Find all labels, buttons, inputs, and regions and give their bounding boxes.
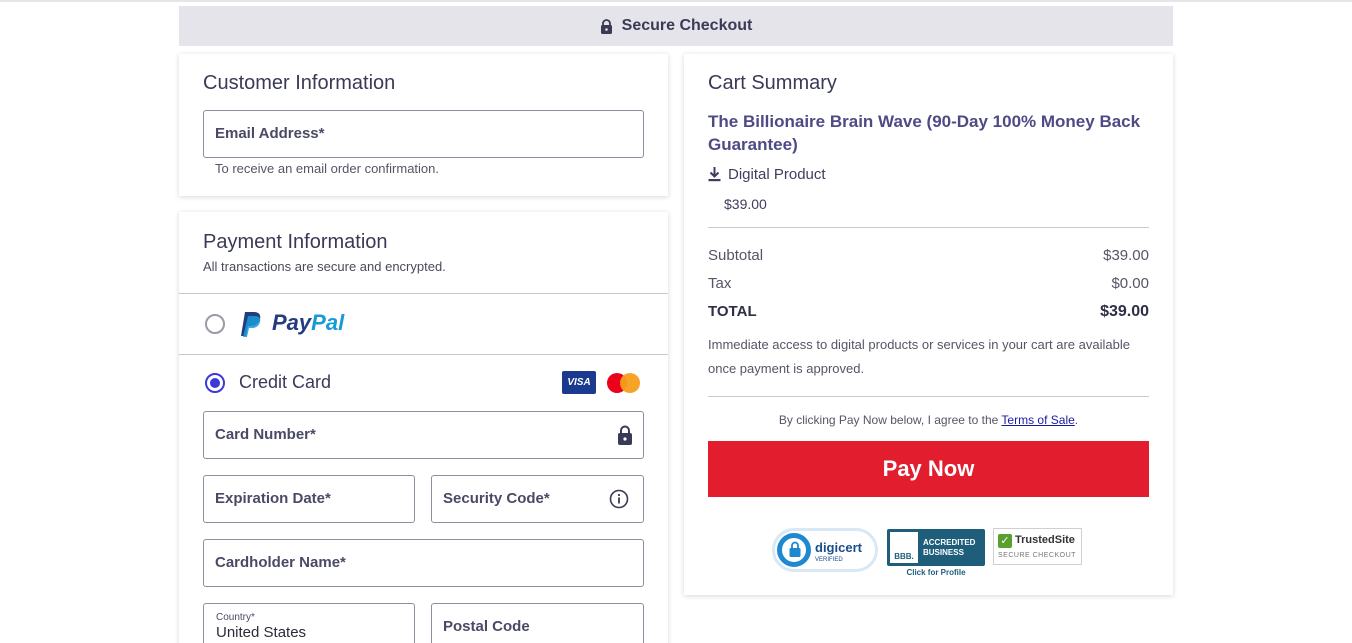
expiration-date-field[interactable]: Expiration Date* <box>203 475 415 523</box>
bbb-badge[interactable]: BBB. ACCREDITED BUSINESS <box>887 529 985 566</box>
paypal-pay-text: Pay <box>272 310 312 335</box>
cart-summary-title: Cart Summary <box>708 72 837 94</box>
subtotal-row: Subtotal $39.00 <box>708 247 1149 264</box>
trustedsite-text: TrustedSite <box>1015 534 1075 546</box>
email-field-label: Email Address* <box>215 125 325 142</box>
lock-icon <box>600 18 612 34</box>
country-label: Country* <box>216 612 255 623</box>
access-note: Immediate access to digital products or … <box>708 337 1130 376</box>
bbb-line-2: BUSINESS <box>923 548 964 557</box>
card-number-field[interactable]: Card Number* <box>203 411 644 459</box>
paypal-pal-text: Pal <box>311 310 345 335</box>
secure-checkout-title: Secure Checkout <box>621 17 753 34</box>
bbb-line-1: ACCREDITED <box>923 538 976 547</box>
paypal-radio[interactable] <box>205 314 225 334</box>
digicert-verified-text: VERIFIED <box>815 557 843 563</box>
tax-value: $0.00 <box>1111 275 1149 292</box>
divider <box>708 227 1149 228</box>
mastercard-icon <box>607 373 643 393</box>
credit-card-radio[interactable] <box>205 373 225 393</box>
digicert-badge[interactable]: digicert VERIFIED <box>772 528 878 572</box>
divider <box>179 354 668 355</box>
total-value: $39.00 <box>1100 303 1149 320</box>
bbb-accredited-text: ACCREDITED BUSINESS <box>923 538 975 558</box>
customer-information-card: Customer Information Email Address* To r… <box>179 54 668 196</box>
credit-card-label: Credit Card <box>239 372 332 392</box>
trustedsite-sub-text: SECURE CHECKOUT <box>998 552 1076 559</box>
country-value: United States <box>216 624 307 641</box>
payment-information-card: Payment Information All transactions are… <box>179 212 668 643</box>
terms-of-sale-link[interactable]: Terms of Sale <box>1001 413 1074 427</box>
cart-summary-card: Cart Summary The Billionaire Brain Wave … <box>684 54 1173 595</box>
payment-security-note: All transactions are secure and encrypte… <box>203 259 446 274</box>
total-label: TOTAL <box>708 303 757 320</box>
paypal-logo-text: PayPal <box>272 310 344 336</box>
tax-row: Tax $0.00 <box>708 275 1149 292</box>
paypal-logo-icon <box>241 312 261 337</box>
country-select[interactable]: Country* United States <box>203 603 415 643</box>
divider <box>708 396 1149 397</box>
product-type-label: Digital Product <box>728 166 826 183</box>
security-code-label: Security Code* <box>443 490 550 507</box>
product-type: Digital Product <box>708 166 826 183</box>
top-divider <box>0 0 1352 2</box>
tax-label: Tax <box>708 275 732 292</box>
payment-information-title: Payment Information <box>203 231 388 253</box>
terms-agreement-text: By clicking Pay Now below, I agree to th… <box>778 413 1002 427</box>
postal-code-field[interactable]: Postal Code <box>431 603 644 643</box>
product-name: The Billionaire Brain Wave (90-Day 100% … <box>708 112 1141 154</box>
lock-icon <box>789 541 801 557</box>
info-icon[interactable] <box>609 489 629 509</box>
cardholder-name-field[interactable]: Cardholder Name* <box>203 539 644 587</box>
secure-checkout-bar: Secure Checkout <box>179 6 1173 46</box>
expiration-date-label: Expiration Date* <box>215 490 331 507</box>
email-helper-text: To receive an email order confirmation. <box>215 161 439 176</box>
check-icon: ✓ <box>998 534 1012 548</box>
total-row: TOTAL $39.00 <box>708 303 1149 321</box>
bbb-logo-icon: BBB. <box>890 532 918 563</box>
divider <box>179 293 668 294</box>
customer-information-title: Customer Information <box>203 72 396 94</box>
pay-now-button[interactable]: Pay Now <box>708 441 1149 497</box>
terms-agreement-end: . <box>1074 413 1079 427</box>
email-field[interactable]: Email Address* <box>203 110 644 158</box>
lock-icon <box>618 425 632 445</box>
card-number-label: Card Number* <box>215 426 316 443</box>
product-price: $39.00 <box>724 196 767 212</box>
bbb-profile-link[interactable]: Click for Profile <box>887 568 985 577</box>
trustedsite-badge[interactable]: ✓ TrustedSite SECURE CHECKOUT <box>993 528 1082 565</box>
subtotal-label: Subtotal <box>708 247 764 264</box>
visa-icon: VISA <box>562 371 596 394</box>
cardholder-name-label: Cardholder Name* <box>215 554 346 571</box>
postal-code-label: Postal Code <box>443 618 530 635</box>
subtotal-value: $39.00 <box>1103 247 1149 264</box>
terms-agreement: By clicking Pay Now below, I agree to th… <box>708 413 1149 427</box>
download-icon <box>708 167 721 182</box>
security-code-field[interactable]: Security Code* <box>431 475 644 523</box>
digicert-text: digicert <box>815 540 862 555</box>
